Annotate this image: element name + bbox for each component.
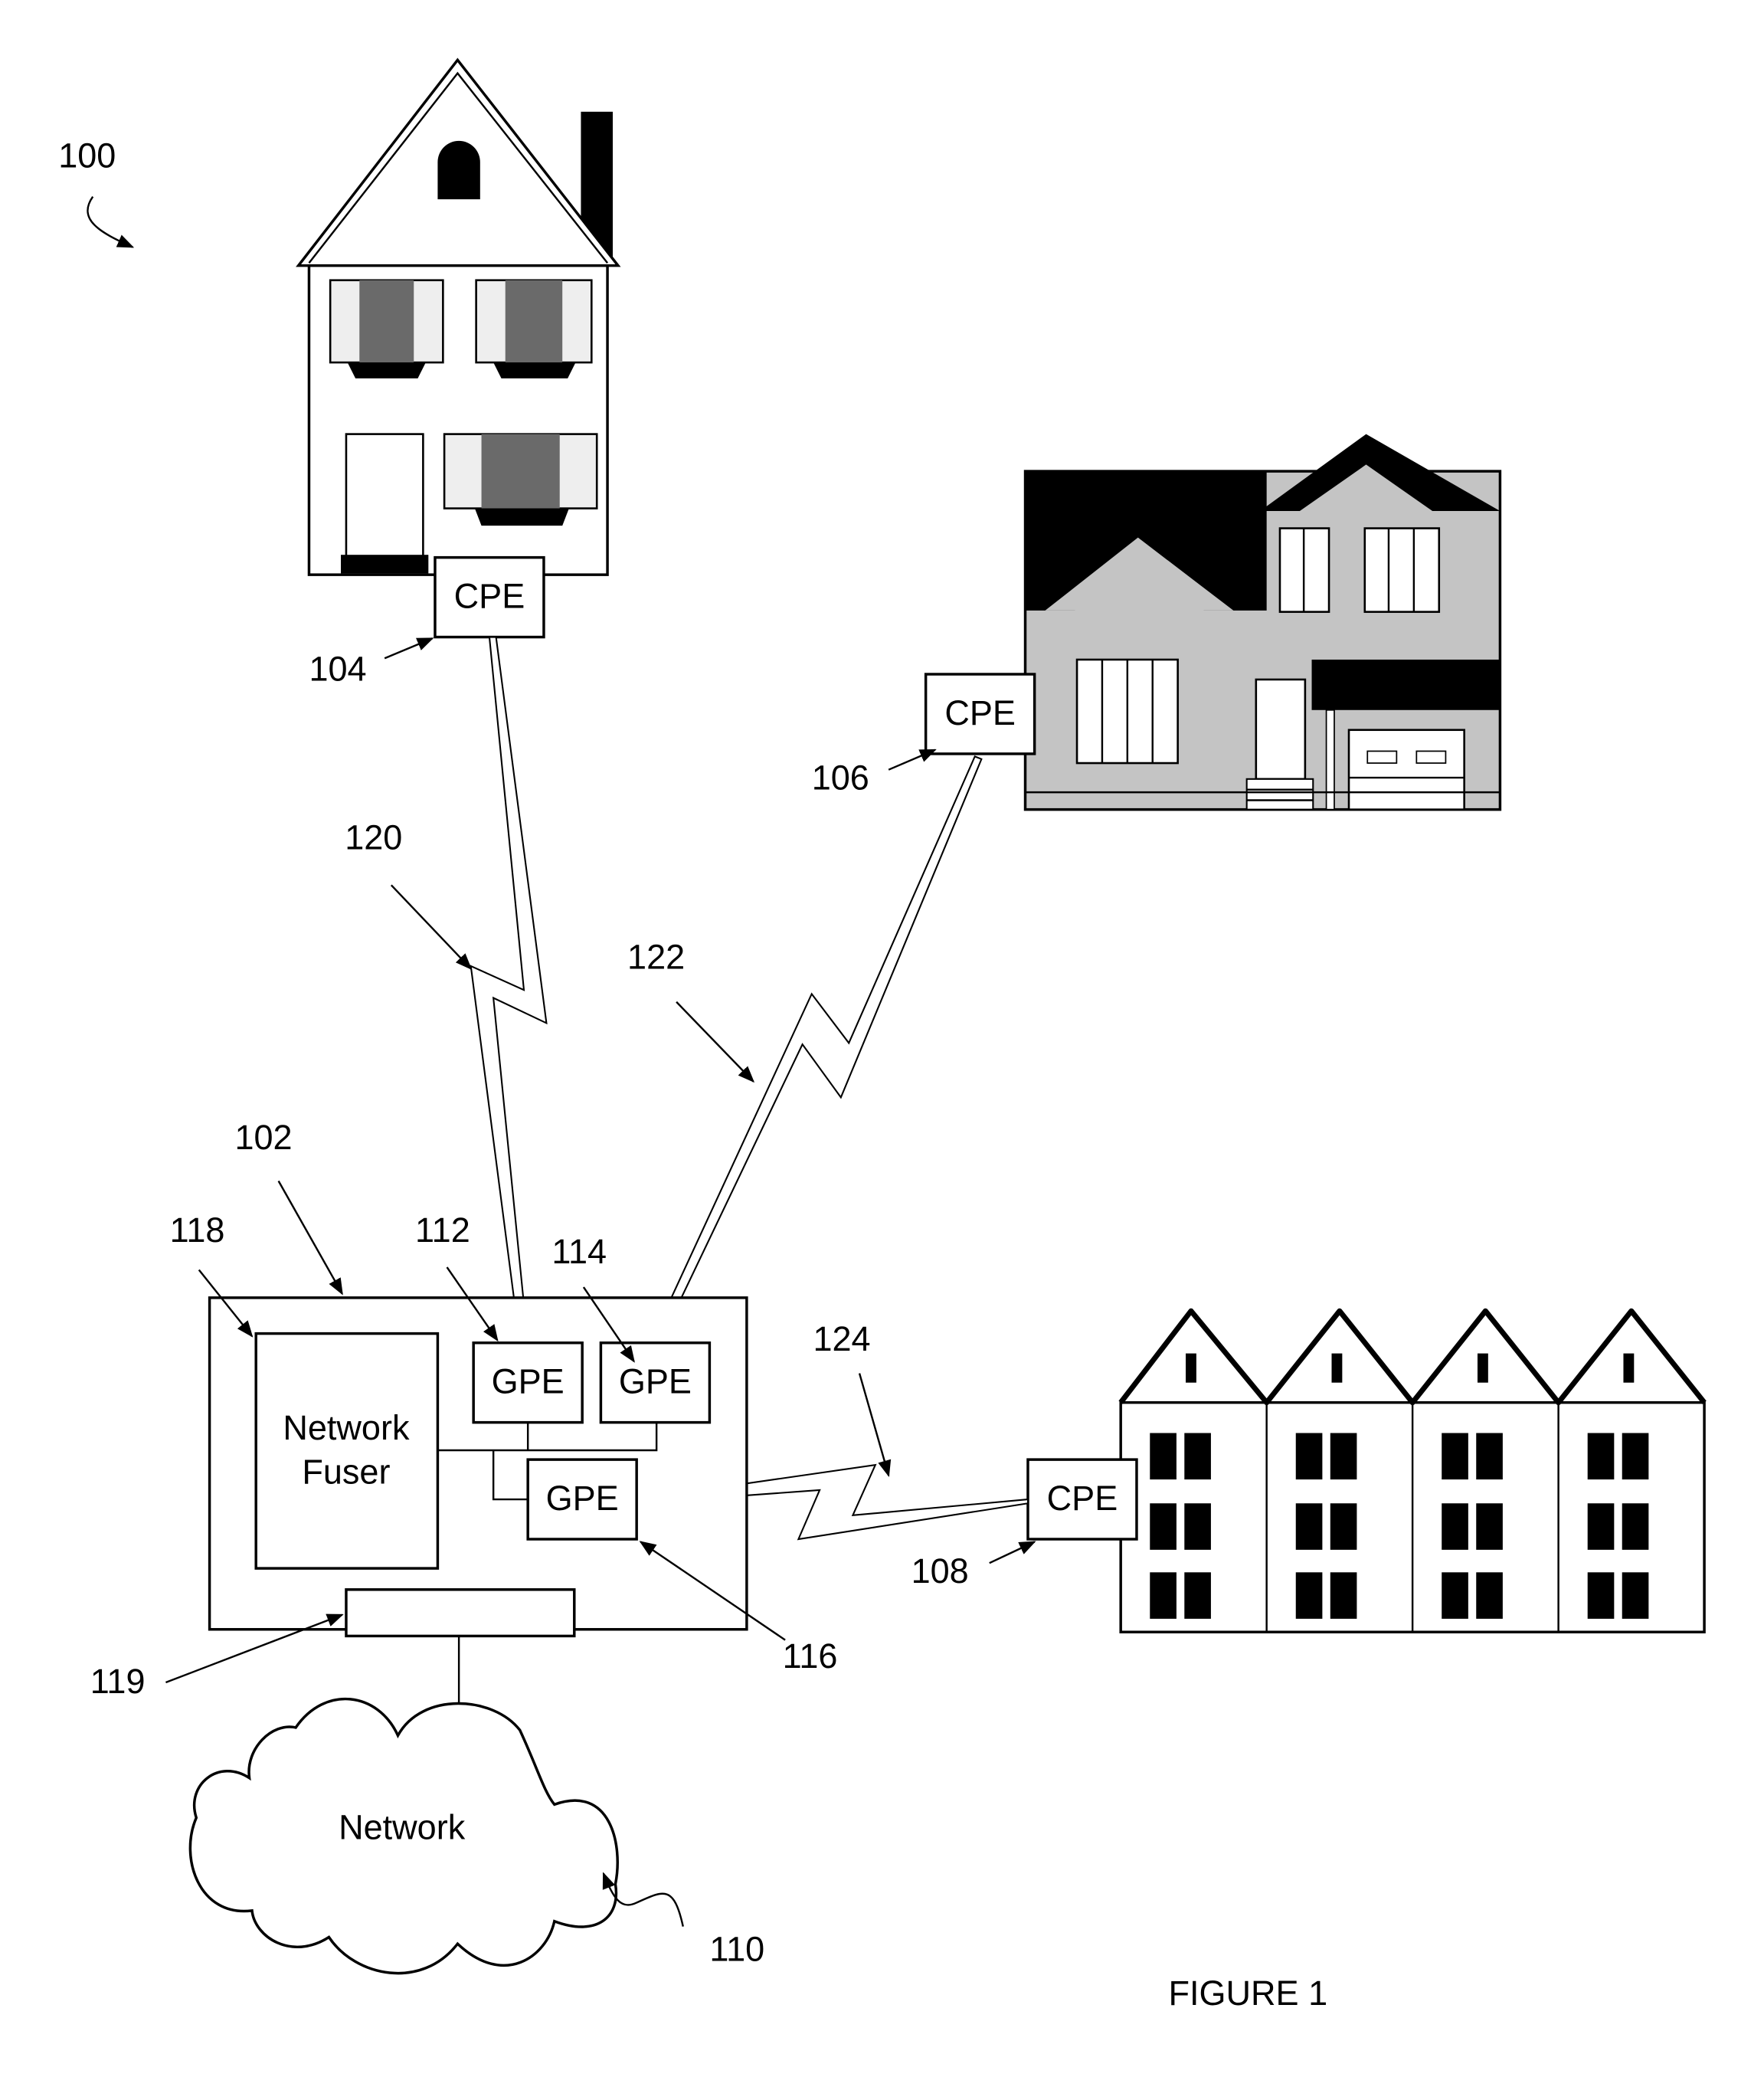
system-ref-label: 100 bbox=[58, 136, 116, 175]
ref-120: 120 bbox=[345, 818, 473, 971]
patent-figure: 100 CPE 104 CPE 106 CPE 108 120 122 124 … bbox=[58, 57, 1707, 2013]
ref-108: 108 bbox=[911, 1541, 1036, 1590]
cpe-106-label: CPE bbox=[944, 693, 1016, 732]
gpe-116[interactable]: GPE bbox=[526, 1458, 638, 1541]
cpe-108-label: CPE bbox=[1047, 1479, 1118, 1518]
gpe-114-label: GPE bbox=[619, 1362, 692, 1401]
ref-104: 104 bbox=[309, 637, 434, 689]
window bbox=[1476, 1572, 1503, 1619]
ref-104-label: 104 bbox=[309, 650, 366, 689]
window bbox=[1330, 1572, 1357, 1619]
gable-window bbox=[1477, 1353, 1488, 1383]
ref-119-label: 119 bbox=[90, 1662, 146, 1701]
window bbox=[1476, 1503, 1503, 1550]
window bbox=[1150, 1503, 1177, 1550]
link-122 bbox=[648, 755, 983, 1345]
ref-122-label: 122 bbox=[627, 937, 685, 976]
ref-124: 124 bbox=[813, 1319, 892, 1477]
gable-window bbox=[1623, 1353, 1635, 1383]
network-interface-119[interactable] bbox=[345, 1588, 576, 1638]
window bbox=[1295, 1572, 1323, 1619]
window bbox=[1622, 1572, 1649, 1619]
ref-106-label: 106 bbox=[812, 758, 869, 798]
window bbox=[1330, 1503, 1357, 1550]
figure-caption: FIGURE 1 bbox=[1169, 1974, 1328, 2013]
window bbox=[1295, 1433, 1323, 1480]
network-cloud[interactable]: Network bbox=[188, 1697, 619, 1975]
system-reference: 100 bbox=[58, 136, 135, 248]
attic-window bbox=[437, 140, 480, 200]
cpe-104[interactable]: CPE bbox=[434, 555, 545, 639]
gpe-112-label: GPE bbox=[492, 1362, 565, 1401]
ref-124-label: 124 bbox=[813, 1319, 870, 1358]
window bbox=[1476, 1433, 1503, 1480]
gpe-114[interactable]: GPE bbox=[599, 1341, 712, 1424]
window bbox=[1184, 1572, 1211, 1619]
network-cloud-label: Network bbox=[339, 1807, 466, 1846]
window bbox=[1442, 1503, 1468, 1550]
window bbox=[1330, 1433, 1357, 1480]
house-top bbox=[296, 57, 621, 576]
window bbox=[1150, 1572, 1177, 1619]
window bbox=[1184, 1503, 1211, 1550]
gpe-116-label: GPE bbox=[546, 1479, 619, 1518]
house-right bbox=[1023, 434, 1502, 811]
system-ref-arrow bbox=[87, 195, 135, 248]
ref-110-label: 110 bbox=[709, 1930, 764, 1969]
window bbox=[1622, 1503, 1649, 1550]
window bbox=[1442, 1433, 1468, 1480]
row-houses bbox=[1118, 1308, 1707, 1633]
gable-window bbox=[1186, 1353, 1196, 1383]
window bbox=[1587, 1572, 1615, 1619]
window bbox=[1587, 1503, 1615, 1550]
ref-110: 110 bbox=[602, 1872, 764, 1969]
gable-window bbox=[1331, 1353, 1343, 1383]
ref-102: 102 bbox=[234, 1118, 343, 1296]
ref-120-label: 120 bbox=[345, 818, 402, 857]
network-fuser[interactable]: Network Fuser bbox=[254, 1332, 440, 1570]
wireless-link-120 bbox=[470, 636, 548, 1345]
window bbox=[1184, 1433, 1211, 1480]
ref-116-label: 116 bbox=[783, 1636, 838, 1676]
ref-108-label: 108 bbox=[911, 1551, 969, 1590]
cpe-104-label: CPE bbox=[454, 576, 525, 615]
link-120 bbox=[470, 636, 548, 1345]
ref-102-label: 102 bbox=[234, 1118, 292, 1157]
network-fuser-label-line2: Fuser bbox=[302, 1452, 390, 1491]
window bbox=[1150, 1433, 1177, 1480]
network-fuser-label-line1: Network bbox=[283, 1408, 410, 1447]
cpe-108[interactable]: CPE bbox=[1026, 1458, 1138, 1541]
cpe-106[interactable]: CPE bbox=[924, 673, 1036, 755]
ref-112-label: 112 bbox=[415, 1210, 470, 1250]
ref-122: 122 bbox=[627, 937, 755, 1083]
gpe-112[interactable]: GPE bbox=[472, 1341, 584, 1424]
door bbox=[341, 433, 429, 574]
ref-114-label: 114 bbox=[551, 1232, 607, 1271]
window bbox=[1622, 1433, 1649, 1480]
ref-118-label: 118 bbox=[170, 1210, 225, 1250]
window bbox=[1587, 1433, 1615, 1480]
wireless-link-122 bbox=[648, 755, 983, 1345]
window bbox=[1442, 1572, 1468, 1619]
ref-106: 106 bbox=[812, 749, 937, 798]
window bbox=[1295, 1503, 1323, 1550]
